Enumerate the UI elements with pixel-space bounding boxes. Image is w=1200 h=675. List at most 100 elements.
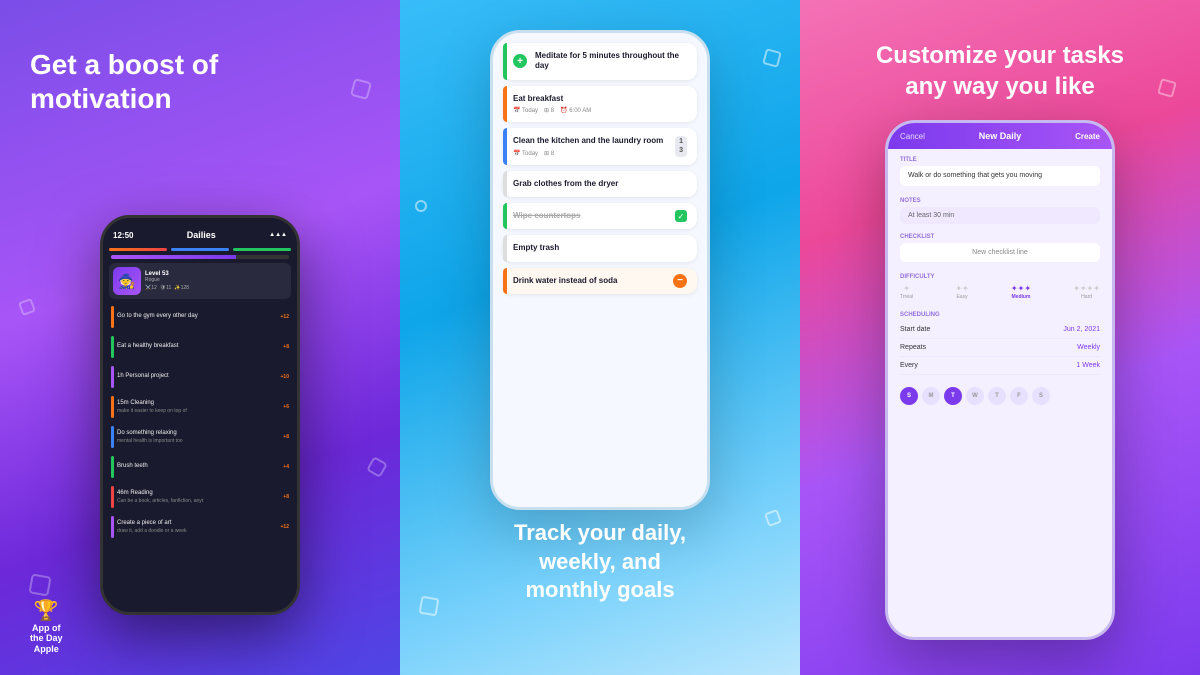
scheduling-section: SCHEDULING Start date Jun 2, 2021 Repeat…	[888, 306, 1112, 381]
task2-title-4: Grab clothes from the dryer	[513, 179, 687, 189]
task-color-bar	[111, 366, 114, 388]
task-item-3: 1h Personal project +10	[109, 363, 291, 391]
panel1-headline: Get a boost of motivation	[30, 48, 218, 115]
deco-shape-1	[350, 78, 372, 100]
xp-fill	[111, 255, 236, 259]
title-section: Title Walk or do something that gets you…	[888, 149, 1112, 190]
title-field[interactable]: Walk or do something that gets you movin…	[900, 166, 1100, 186]
medium-stars: ✦✦✦	[1011, 284, 1031, 293]
deco-shape-4	[28, 573, 51, 596]
diff-trivial[interactable]: ✦ Trivial	[900, 284, 913, 300]
task2-time-2: ⏰ 6:00 AM	[560, 107, 591, 114]
task2-count-2: ⊞ 8	[544, 107, 554, 114]
task-text: Create a piece of art draw it, add a doo…	[117, 520, 278, 533]
task2-title-1: Meditate for 5 minutes throughout the da…	[535, 51, 687, 72]
day-mon[interactable]: M	[922, 387, 940, 405]
day-sun[interactable]: S	[900, 387, 918, 405]
panel-tracking: + Meditate for 5 minutes throughout the …	[400, 0, 800, 675]
day-wed[interactable]: W	[966, 387, 984, 405]
checklist-label: CHECKLIST	[900, 234, 1100, 240]
character-class: Rogue	[145, 277, 287, 283]
task2-plus-btn-1[interactable]: +	[513, 54, 527, 68]
task2-accent-5	[503, 203, 507, 229]
title-label: Title	[900, 157, 1100, 163]
start-date-label: Start date	[900, 326, 930, 333]
xp-bar-container	[109, 255, 291, 259]
medium-label: Medium	[1011, 294, 1031, 300]
checklist-field[interactable]: New checklist line	[900, 243, 1100, 262]
p3-deco-1	[1157, 78, 1177, 98]
p2-deco-2	[415, 200, 427, 212]
diff-medium[interactable]: ✦✦✦ Medium	[1011, 284, 1031, 300]
task2-meta-2: 📅 Today ⊞ 8 ⏰ 6:00 AM	[513, 107, 687, 114]
new-daily-title: New Daily	[979, 131, 1022, 141]
task-item-4: 15m Cleaning make it easier to keep on t…	[109, 393, 291, 421]
task2-card-2: Eat breakfast 📅 Today ⊞ 8 ⏰ 6:00 AM	[503, 86, 697, 122]
phone-3: Cancel New Daily Create Title Walk or do…	[885, 120, 1115, 640]
task-text: Go to the gym every other day	[117, 313, 278, 320]
easy-label: Easy	[955, 294, 968, 300]
every-row[interactable]: Every 1 Week	[900, 357, 1100, 375]
stat-def: 🛡11	[160, 285, 172, 291]
task2-title-6: Empty trash	[513, 243, 687, 253]
repeats-label: Repeats	[900, 344, 926, 351]
deco-shape-2	[18, 298, 36, 316]
task2-title-2: Eat breakfast	[513, 94, 687, 104]
start-date-row[interactable]: Start date Jun 2, 2021	[900, 321, 1100, 339]
diff-easy[interactable]: ✦✦ Easy	[955, 284, 968, 300]
task-text: Brush teeth	[117, 463, 280, 470]
phone-2-screen: + Meditate for 5 minutes throughout the …	[493, 33, 707, 507]
every-value: 1 Week	[1076, 362, 1100, 369]
phone1-status-bar: 12:50 Dailies ▲▲▲	[109, 226, 291, 244]
task-item-8: Create a piece of art draw it, add a doo…	[109, 513, 291, 541]
task2-count-3: ⊞ 8	[544, 150, 554, 157]
phone-3-wrapper: Cancel New Daily Create Title Walk or do…	[885, 120, 1115, 640]
day-fri[interactable]: F	[1010, 387, 1028, 405]
task2-accent-7	[503, 268, 507, 294]
difficulty-section: DIFFICULTY ✦ Trivial ✦✦ Easy ✦✦✦ Medium	[888, 268, 1112, 306]
tab-mana	[233, 248, 291, 251]
hard-stars: ✦✦✦✦	[1073, 284, 1100, 293]
easy-stars: ✦✦	[955, 284, 968, 293]
create-button[interactable]: Create	[1075, 132, 1100, 141]
hard-label: Hard	[1073, 294, 1100, 300]
character-stats: ⚔️12 🛡11 ✨128	[145, 285, 287, 291]
task2-minus-btn-7[interactable]: −	[673, 274, 687, 288]
notes-label: Notes	[900, 198, 1100, 204]
task-item-6: Brush teeth +4	[109, 453, 291, 481]
checklist-section: CHECKLIST New checklist line	[888, 228, 1112, 268]
day-tue[interactable]: T	[944, 387, 962, 405]
task2-card-7: Drink water instead of soda −	[503, 268, 697, 294]
task2-card-6: Empty trash	[503, 235, 697, 261]
award-badge: 🏆 App of the Day Apple	[30, 598, 63, 655]
task-color-bar	[111, 516, 114, 538]
task-color-bar	[111, 426, 114, 448]
panel3-headline: Customize your tasks any way you like	[856, 40, 1144, 102]
task2-accent-2	[503, 86, 507, 122]
difficulty-options: ✦ Trivial ✦✦ Easy ✦✦✦ Medium ✦✦✦✦	[900, 284, 1100, 300]
p2-deco-1	[762, 48, 782, 68]
task-text: Do something relaxing mental health is i…	[117, 430, 280, 443]
repeats-row[interactable]: Repeats Weekly	[900, 339, 1100, 357]
character-avatar: 🧙	[113, 267, 141, 295]
day-sat[interactable]: S	[1032, 387, 1050, 405]
cancel-button[interactable]: Cancel	[900, 132, 925, 141]
task2-card-5: ✓ Wipe countertops	[503, 203, 697, 229]
task-color-bar	[111, 396, 114, 418]
task-color-bar	[111, 336, 114, 358]
phone-1: 12:50 Dailies ▲▲▲ 🧙	[100, 215, 300, 615]
award-icon: 🏆	[34, 598, 59, 623]
task2-accent-4	[503, 171, 507, 197]
award-text: App of the Day Apple	[30, 623, 63, 655]
task-color-bar	[111, 306, 114, 328]
scheduling-label: SCHEDULING	[900, 312, 1100, 318]
notes-section: Notes At least 30 min	[888, 190, 1112, 228]
phone-2: + Meditate for 5 minutes throughout the …	[490, 30, 710, 510]
diff-hard[interactable]: ✦✦✦✦ Hard	[1073, 284, 1100, 300]
notes-field[interactable]: At least 30 min	[900, 207, 1100, 224]
difficulty-label: DIFFICULTY	[900, 274, 1100, 280]
day-thu[interactable]: T	[988, 387, 1006, 405]
task2-content-1: Meditate for 5 minutes throughout the da…	[517, 51, 687, 72]
task-item-2: Eat a healthy breakfast +8	[109, 333, 291, 361]
task-item-5: Do something relaxing mental health is i…	[109, 423, 291, 451]
